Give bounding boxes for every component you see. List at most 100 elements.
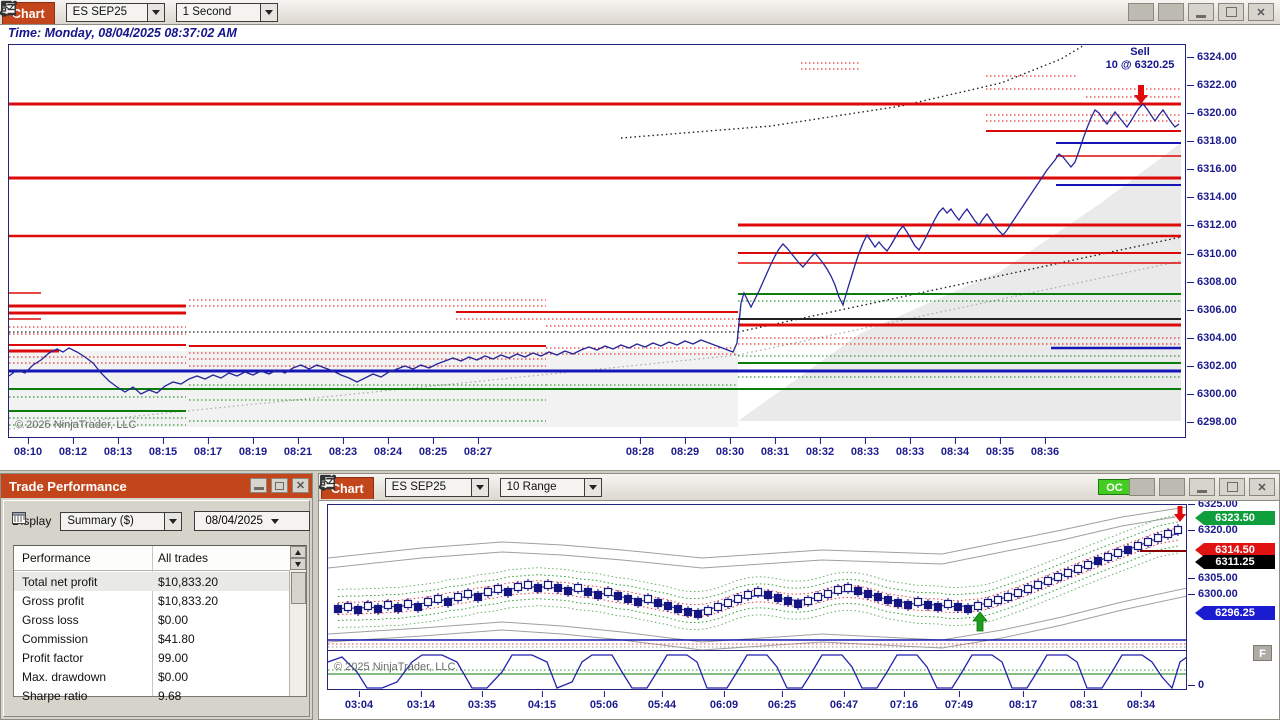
y-axis-label: 6314.00 (1187, 191, 1237, 204)
table-row[interactable]: Max. drawdown $0.00 (14, 667, 290, 686)
properties-list-icon[interactable] (320, 476, 879, 498)
minimize-button[interactable] (250, 478, 267, 493)
minimize-button[interactable] (1189, 478, 1215, 496)
scrollbar-thumb[interactable] (291, 572, 306, 604)
interval-select[interactable]: 10 Range (499, 477, 602, 497)
close-button[interactable]: ✕ (1248, 3, 1274, 21)
date-picker[interactable]: 08/04/2025 (12, 511, 311, 531)
scatter-line-icon[interactable] (0, 0, 507, 23)
x-axis-label: 06:25 (767, 691, 797, 711)
y-axis-label: 6325.00 (1188, 501, 1238, 510)
chevron-down-icon (470, 478, 488, 496)
x-axis-label: 05:06 (589, 691, 619, 711)
trade-performance-body: Display Summary ($) 08/04/2025 Performan… (3, 500, 311, 717)
zoom-in-icon[interactable] (1, 1, 363, 23)
instrument-select[interactable]: ES SEP25 (384, 477, 489, 497)
table-row[interactable]: Sharpe ratio 9.68 (14, 686, 290, 705)
chart-window-top: Chart ES SEP25 1 Second ✕ Time: Monday, … (0, 0, 1280, 471)
candlestick-icon[interactable] (320, 476, 639, 498)
bar-chart-icon[interactable] (2, 1, 483, 23)
table-row[interactable]: Gross loss $0.00 (14, 610, 290, 629)
x-axis-label: 05:44 (647, 691, 677, 711)
y-axis-label: 6298.00 (1187, 416, 1237, 429)
table-row[interactable]: Gross profit $10,833.20 (14, 591, 290, 610)
date-value: 08/04/2025 (205, 515, 263, 527)
trade-performance-titlebar[interactable]: Trade Performance ✕ (1, 474, 312, 498)
chart-window-bottom: Chart ES SEP25 10 Range OC ✕ © 2025 Ninj… (318, 473, 1280, 720)
f-panel-button[interactable]: F (1253, 645, 1272, 661)
y-axis-label: 6320.00 (1187, 107, 1237, 120)
y-axis-label: 6304.00 (1187, 331, 1237, 344)
x-axis-label: 08:28 (625, 438, 655, 458)
zoom-in-icon[interactable] (320, 475, 687, 498)
draw-tool-icon[interactable] (321, 476, 663, 498)
copyright-text: © 2025 NinjaTrader, LLC (15, 419, 137, 431)
top-toolbar: Chart ES SEP25 1 Second ✕ (0, 0, 1280, 25)
order-flag-icon[interactable] (2, 1, 459, 23)
maximize-button[interactable] (271, 478, 288, 493)
time-axis[interactable]: 08:10 08:12 08:13 08:15 08:17 08:19 08:21 08:23… (0, 438, 1280, 468)
table-scrollbar[interactable] (289, 570, 306, 696)
x-axis-label: 08:17 (193, 438, 223, 458)
toolbar-extra-button[interactable] (1129, 478, 1155, 496)
close-button[interactable]: ✕ (292, 478, 309, 493)
x-axis-label: 07:16 (889, 691, 919, 711)
instrument-select[interactable]: ES SEP25 (65, 2, 165, 22)
time-axis[interactable]: 03:04 03:14 03:35 04:15 05:06 05:44 06:09 06:25… (319, 691, 1279, 717)
window-buttons: ✕ (246, 478, 309, 493)
y-axis-label: 6308.00 (1187, 275, 1237, 288)
order-flag-icon[interactable] (321, 476, 783, 498)
interval-value: 10 Range (506, 481, 557, 493)
zoom-out-icon[interactable] (1, 1, 387, 23)
minimize-button[interactable] (1188, 3, 1214, 21)
price-chart-area[interactable]: © 2025 NinjaTrader, LLC (327, 504, 1187, 690)
x-axis-label: 06:09 (709, 691, 739, 711)
x-axis-label: 08:17 (1008, 691, 1038, 711)
price-chart-area[interactable]: © 2025 NinjaTrader, LLC (8, 44, 1186, 438)
data-box-icon[interactable] (320, 474, 759, 498)
y-axis-label: 6310.00 (1187, 247, 1237, 260)
chart-window-icon[interactable] (1, 1, 531, 23)
display-select[interactable]: Summary ($) (60, 511, 183, 531)
interval-value: 1 Second (182, 6, 232, 18)
toolbar-extra-button[interactable] (1159, 478, 1185, 496)
table-row[interactable]: Profit factor 99.00 (14, 648, 290, 667)
x-axis-label: 08:32 (805, 438, 835, 458)
y-axis-label: 6312.00 (1187, 219, 1237, 232)
crosshair-icon[interactable] (1, 1, 411, 23)
y-axis-label: 6322.00 (1187, 79, 1237, 92)
x-axis-label: 08:24 (373, 438, 403, 458)
price-axis[interactable]: F 6325.00 6320.00 6305.00 6300.00 0 6323.50 63… (1187, 501, 1279, 691)
scroll-down-button[interactable] (290, 558, 306, 570)
x-axis-label: 07:49 (944, 691, 974, 711)
scroll-up-button[interactable] (290, 546, 306, 558)
draw-tool-icon[interactable] (2, 1, 339, 23)
interval-select[interactable]: 1 Second (175, 2, 278, 22)
y-axis-label: 6320.00 (1188, 524, 1238, 536)
scatter-line-icon[interactable] (319, 474, 831, 498)
table-row[interactable]: Commission $41.80 (14, 629, 290, 648)
x-axis-label: 03:04 (344, 691, 374, 711)
zoom-out-icon[interactable] (320, 475, 711, 498)
x-axis-label: 08:25 (418, 438, 448, 458)
price-axis[interactable]: 6324.00 6322.00 6320.00 6318.00 6316.00 6314.… (1186, 44, 1280, 438)
data-box-icon[interactable] (1, 0, 435, 23)
line-tool-icon[interactable] (0, 1, 315, 23)
bar-chart-icon[interactable] (321, 476, 807, 498)
toolbar-extra-button[interactable] (1128, 3, 1154, 21)
properties-list-icon[interactable] (1, 1, 555, 23)
toolbar-extra-button[interactable] (1158, 3, 1184, 21)
price-tag: 6314.50 (1195, 543, 1275, 557)
chart-window-icon[interactable] (320, 475, 855, 498)
y-axis-label: 6324.00 (1187, 51, 1237, 63)
price-tag: 6296.25 (1195, 606, 1275, 620)
table-row[interactable]: Total net profit $10,833.20 (14, 572, 290, 591)
performance-table: Performance All trades Total net profit $… (13, 545, 307, 703)
crosshair-icon[interactable] (320, 475, 735, 498)
maximize-button[interactable] (1218, 3, 1244, 21)
x-axis-label: 08:34 (940, 438, 970, 458)
close-button[interactable]: ✕ (1249, 478, 1275, 496)
y-axis-label: 6300.00 (1187, 387, 1237, 400)
bottom-toolbar: Chart ES SEP25 10 Range OC ✕ (319, 474, 1279, 501)
maximize-button[interactable] (1219, 478, 1245, 496)
